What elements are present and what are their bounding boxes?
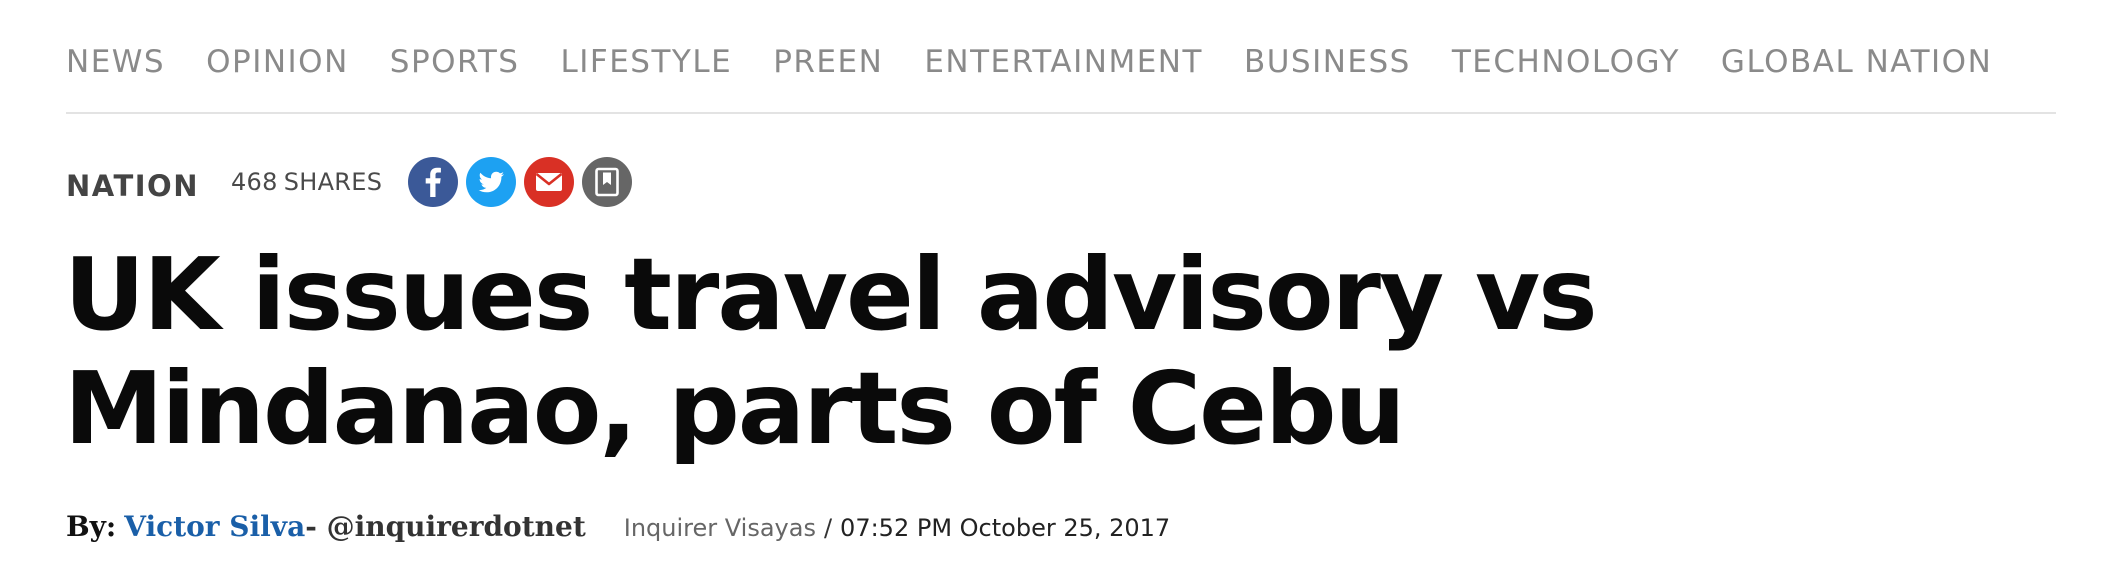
email-icon xyxy=(535,172,563,191)
nav-item-opinion[interactable]: OPINION xyxy=(206,36,349,88)
nav-item-preen[interactable]: PREEN xyxy=(773,36,883,88)
bookmark-button[interactable] xyxy=(582,157,633,207)
byline: By: Victor Silva - @inquirerdotnet Inqui… xyxy=(66,510,1170,554)
publish-datetime: 07:52 PM October 25, 2017 xyxy=(840,514,1171,542)
facebook-icon xyxy=(425,167,442,197)
nav-item-entertainment[interactable]: ENTERTAINMENT xyxy=(924,36,1203,88)
bookmark-icon xyxy=(595,167,620,197)
article-headline: UK issues travel advisory vs Mindanao, p… xyxy=(64,236,1598,467)
byline-prefix: By: xyxy=(66,510,117,543)
nav-item-lifestyle[interactable]: LIFESTYLE xyxy=(560,36,732,88)
email-share-button[interactable] xyxy=(524,157,575,207)
facebook-share-button[interactable] xyxy=(408,157,459,207)
nav-item-news[interactable]: NEWS xyxy=(66,36,165,88)
section-label[interactable]: NATION xyxy=(66,169,199,203)
twitter-icon xyxy=(478,171,505,193)
top-navigation: NEWS OPINION SPORTS LIFESTYLE PREEN ENTE… xyxy=(66,36,2056,114)
nav-item-technology[interactable]: TECHNOLOGY xyxy=(1452,36,1680,88)
nav-item-business[interactable]: BUSINESS xyxy=(1244,36,1411,88)
share-count-number: 468 xyxy=(230,168,278,196)
article-meta-row: NATION 468 SHARES xyxy=(66,152,640,212)
author-handle: - @inquirerdotnet xyxy=(305,510,586,543)
article-source: Inquirer Visayas xyxy=(623,514,816,542)
author-link[interactable]: Victor Silva xyxy=(124,510,305,543)
nav-item-global-nation[interactable]: GLOBAL NATION xyxy=(1721,36,1992,88)
nav-item-sports[interactable]: SPORTS xyxy=(390,36,520,88)
share-count: 468 SHARES xyxy=(231,168,382,196)
share-count-label: SHARES xyxy=(283,168,383,196)
twitter-share-button[interactable] xyxy=(466,157,517,207)
byline-separator: / xyxy=(823,514,833,542)
